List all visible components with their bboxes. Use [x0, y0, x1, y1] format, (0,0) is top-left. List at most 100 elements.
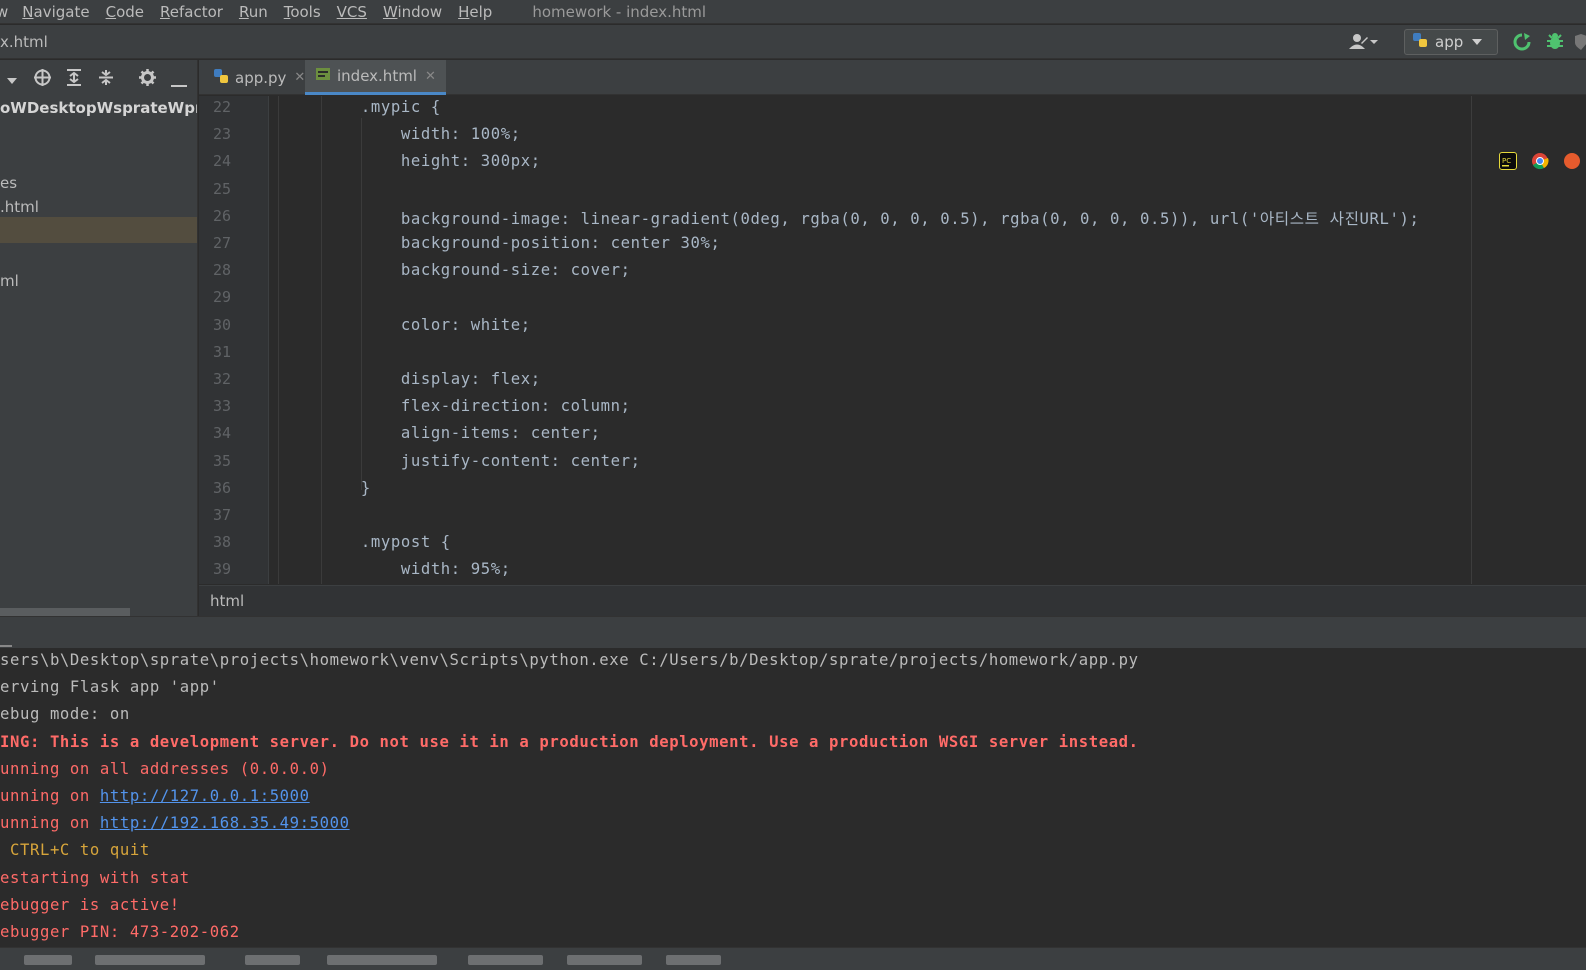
code-line: width: 95%; — [281, 560, 511, 579]
nav-breadcrumb-file[interactable]: x.html — [0, 33, 48, 51]
menu-item[interactable]: Window — [383, 3, 442, 21]
console-line: estarting with stat — [0, 869, 190, 887]
console-line: CTRL+C to quit — [0, 841, 150, 859]
tab-label: app.py — [235, 68, 287, 87]
code-line: height: 300px; — [281, 152, 541, 171]
editor-breadcrumb-bar: html — [199, 585, 1586, 616]
tab-app-py[interactable]: app.py ✕ — [203, 60, 315, 95]
console-text: sers\b\Desktop\sprate\projects\homework\… — [0, 651, 1139, 669]
project-toolbar — [0, 60, 197, 95]
tool-tab-problems[interactable] — [468, 955, 543, 965]
tab-index-html[interactable]: index.html ✕ — [305, 60, 446, 95]
horizontal-scrollbar[interactable] — [0, 608, 130, 616]
code-line: .mypic { — [281, 98, 441, 116]
panel-divider — [0, 645, 12, 647]
menu-mnemonic: W — [382, 2, 398, 21]
console-line: unning on http://192.168.35.49:5000 — [0, 814, 350, 832]
menu-item[interactable]: Refactor — [160, 3, 223, 21]
menu-label-rest: elp — [469, 2, 493, 21]
console-text: unning on all addresses (0.0.0.0) — [0, 759, 330, 778]
menu-bar: w NavigateCodeRefactorRunToolsVCSWindowH… — [0, 0, 1586, 24]
rerun-icon[interactable] — [1512, 32, 1532, 56]
console-line: ING: This is a development server. Do no… — [0, 733, 1139, 751]
tool-tab-python-console[interactable] — [327, 955, 437, 965]
project-tool-window: oWDesktopWsprateWprojectsW es .html ml — [0, 60, 198, 623]
menu-item-view-partial[interactable]: w — [0, 3, 8, 21]
user-account-icon[interactable] — [1348, 32, 1382, 52]
coverage-shield-icon[interactable] — [1574, 34, 1586, 54]
run-configuration-selector[interactable]: app — [1404, 29, 1498, 55]
code-line: flex-direction: column; — [281, 397, 631, 416]
right-margin-guide — [1471, 96, 1472, 584]
code-line: background-size: cover; — [281, 261, 631, 280]
console-line: unning on all addresses (0.0.0.0) — [0, 760, 330, 778]
menu-mnemonic: VCS — [336, 2, 367, 21]
collapse-all-icon[interactable] — [97, 68, 115, 91]
close-icon[interactable]: ✕ — [294, 70, 305, 85]
code-line: background-image: linear-gradient(0deg, … — [281, 209, 1420, 228]
console-url-link[interactable]: http://127.0.0.1:5000 — [100, 787, 310, 805]
firefox-icon[interactable] — [1563, 152, 1581, 170]
debug-bug-icon[interactable] — [1545, 32, 1565, 56]
html-file-icon — [315, 66, 331, 86]
tool-tab-run[interactable] — [24, 955, 72, 965]
console-text: ebugger is active! — [0, 895, 180, 914]
console-line: sers\b\Desktop\sprate\projects\homework\… — [0, 651, 1139, 669]
minimize-icon[interactable] — [171, 76, 187, 92]
bottom-tool-window-bar — [0, 947, 1586, 970]
locate-target-icon[interactable] — [33, 68, 52, 91]
code-line: .mypost { — [281, 533, 451, 552]
console-text: ebug mode: on — [0, 705, 130, 724]
console-text: estarting with stat — [0, 868, 190, 887]
editor-tab-bar: app.py ✕ index.html ✕ — [199, 60, 1586, 95]
console-line: ebug mode: on — [0, 705, 130, 723]
menu-item[interactable]: Tools — [284, 3, 321, 21]
pycharm-browser-icon[interactable]: PC — [1499, 152, 1517, 170]
code-editor[interactable]: 22 23 24 25 26 27 28 29 30 31 32 33 34 35 36 37 38 39 .my… — [199, 96, 1586, 584]
tree-row[interactable]: es — [0, 170, 17, 196]
gear-icon[interactable] — [138, 68, 157, 91]
menu-item[interactable]: Help — [458, 3, 492, 21]
tab-label: index.html — [337, 67, 417, 85]
menu-label-rest: ode — [116, 2, 144, 21]
code-line: color: white; — [281, 315, 531, 334]
run-tool-window-header — [0, 616, 1586, 648]
menu-item[interactable]: Navigate — [22, 3, 89, 21]
navigation-bar: x.html app — [0, 25, 1586, 59]
menu-label-rest: un — [248, 2, 268, 21]
tree-row-selected[interactable] — [0, 217, 197, 243]
tree-row-project-root[interactable]: oWDesktopWsprateWprojectsW — [0, 95, 197, 121]
svg-text:PC: PC — [1502, 157, 1511, 165]
run-console[interactable]: sers\b\Desktop\sprate\projects\homework\… — [0, 649, 1586, 947]
expand-all-icon[interactable] — [65, 68, 83, 91]
console-url-link[interactable]: http://192.168.35.49:5000 — [100, 814, 350, 832]
close-icon[interactable]: ✕ — [425, 69, 436, 84]
console-text: unning on — [0, 787, 100, 805]
console-line: unning on http://127.0.0.1:5000 — [0, 787, 310, 805]
console-text: CTRL+C to quit — [0, 841, 150, 860]
console-line: erving Flask app 'app' — [0, 678, 220, 696]
menu-label-rest: efactor — [169, 2, 223, 21]
breadcrumb-html[interactable]: html — [210, 592, 244, 610]
code-line: width: 100%; — [281, 125, 521, 144]
tool-tab-terminal[interactable] — [567, 955, 642, 965]
tree-row[interactable]: ml — [0, 268, 19, 294]
tool-tab-python-packages[interactable] — [95, 955, 205, 965]
console-line: ebugger PIN: 473-202-062 — [0, 923, 240, 941]
menu-mnemonic: H — [458, 2, 470, 21]
console-line: ebugger is active! — [0, 896, 180, 914]
run-configuration-label: app — [1435, 33, 1464, 51]
python-file-icon — [213, 68, 229, 88]
menu-label-rest: indow — [397, 2, 443, 21]
window-title: homework - index.html — [532, 2, 707, 21]
tool-tab-services[interactable] — [666, 955, 721, 965]
menu-item[interactable]: Code — [106, 3, 144, 21]
chrome-icon[interactable] — [1531, 152, 1549, 170]
dropdown-arrow-icon[interactable] — [6, 73, 18, 89]
menu-mnemonic: R — [160, 2, 170, 21]
menu-item[interactable]: VCS — [337, 3, 367, 21]
code-line: display: flex; — [281, 370, 541, 388]
tool-tab-todo[interactable] — [245, 955, 300, 965]
menu-item[interactable]: Run — [239, 3, 268, 21]
python-icon — [1411, 31, 1429, 53]
